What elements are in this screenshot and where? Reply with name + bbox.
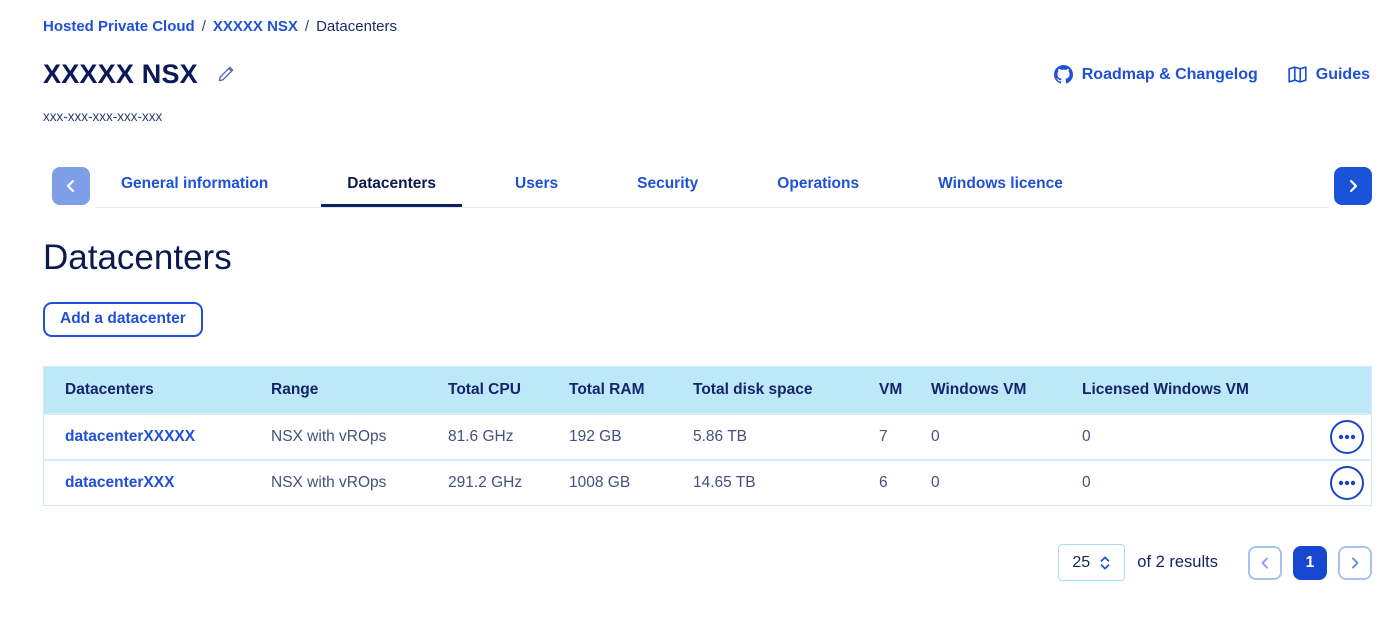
- tab-operations[interactable]: Operations: [751, 164, 885, 207]
- row-actions-menu-button[interactable]: [1330, 420, 1364, 454]
- edit-title-button[interactable]: [214, 61, 239, 89]
- results-count-label: of 2 results: [1137, 553, 1218, 572]
- pagination: 25 of 2 results 1: [43, 544, 1372, 581]
- cell-total-cpu: 81.6 GHz: [427, 428, 548, 446]
- cell-vm: 6: [858, 474, 910, 492]
- pager: 1: [1248, 546, 1372, 580]
- cell-total-disk: 5.86 TB: [672, 428, 858, 446]
- cell-total-ram: 1008 GB: [548, 474, 672, 492]
- roadmap-changelog-label: Roadmap & Changelog: [1082, 66, 1258, 84]
- cell-total-ram: 192 GB: [548, 428, 672, 446]
- chevron-left-icon: [65, 179, 77, 193]
- cell-range: NSX with vROps: [250, 428, 427, 446]
- tab-users[interactable]: Users: [489, 164, 584, 207]
- page-header: XXXXX NSX xxx-xxx-xxx-xxx-xxx: [43, 59, 1372, 124]
- roadmap-changelog-link[interactable]: Roadmap & Changelog: [1054, 65, 1258, 84]
- datacenter-link[interactable]: datacenterXXXXX: [44, 428, 250, 446]
- section-title: Datacenters: [43, 238, 1372, 278]
- datacenter-link[interactable]: datacenterXXX: [44, 474, 250, 492]
- cell-windows-vm: 0: [910, 428, 1061, 446]
- table-row: datacenterXXX NSX with vROps 291.2 GHz 1…: [44, 459, 1371, 505]
- column-header-vm: VM: [858, 381, 910, 399]
- guides-label: Guides: [1316, 66, 1370, 84]
- breadcrumb-link-service[interactable]: XXXXX NSX: [213, 18, 298, 35]
- quick-links: Roadmap & Changelog Guides: [1054, 65, 1370, 84]
- tabs-scroll-right-button[interactable]: [1334, 167, 1372, 205]
- book-icon: [1288, 65, 1307, 84]
- column-header-datacenters: Datacenters: [44, 381, 250, 399]
- chevron-left-icon: [1260, 557, 1270, 569]
- ellipsis-icon: [1338, 480, 1356, 486]
- tab-windows-licence[interactable]: Windows licence: [912, 164, 1089, 207]
- github-icon: [1054, 65, 1073, 84]
- cell-windows-vm: 0: [910, 474, 1061, 492]
- page-size-select[interactable]: 25: [1058, 544, 1125, 581]
- breadcrumb-separator: /: [202, 18, 206, 35]
- ellipsis-icon: [1338, 434, 1356, 440]
- breadcrumb: Hosted Private Cloud / XXXXX NSX / Datac…: [43, 18, 1372, 35]
- chevron-right-icon: [1347, 179, 1359, 193]
- page-title: XXXXX NSX: [43, 59, 198, 90]
- page-size-value: 25: [1072, 554, 1090, 572]
- guides-link[interactable]: Guides: [1288, 65, 1370, 84]
- cell-vm: 7: [858, 428, 910, 446]
- table-header-row: Datacenters Range Total CPU Total RAM To…: [44, 367, 1371, 413]
- table-row: datacenterXXXXX NSX with vROps 81.6 GHz …: [44, 413, 1371, 459]
- breadcrumb-separator: /: [305, 18, 309, 35]
- cell-licensed-windows-vm: 0: [1061, 428, 1282, 446]
- column-header-windows-vm: Windows VM: [910, 381, 1061, 399]
- cell-range: NSX with vROps: [250, 474, 427, 492]
- cell-total-cpu: 291.2 GHz: [427, 474, 548, 492]
- pencil-icon: [216, 63, 237, 87]
- chevron-up-down-icon: [1099, 556, 1111, 570]
- column-header-licensed-windows-vm: Licensed Windows VM: [1061, 381, 1282, 399]
- column-header-range: Range: [250, 381, 427, 399]
- tab-security[interactable]: Security: [611, 164, 724, 207]
- service-id: xxx-xxx-xxx-xxx-xxx: [43, 109, 239, 124]
- tabs: General information Datacenters Users Se…: [95, 164, 1328, 208]
- cell-licensed-windows-vm: 0: [1061, 474, 1282, 492]
- tab-datacenters[interactable]: Datacenters: [321, 164, 462, 207]
- cell-total-disk: 14.65 TB: [672, 474, 858, 492]
- previous-page-button[interactable]: [1248, 546, 1282, 580]
- datacenters-table: Datacenters Range Total CPU Total RAM To…: [43, 366, 1372, 506]
- tabs-scroll-left-button[interactable]: [52, 167, 90, 205]
- column-header-total-ram: Total RAM: [548, 381, 672, 399]
- tab-general-information[interactable]: General information: [95, 164, 294, 207]
- column-header-total-disk-space: Total disk space: [672, 381, 858, 399]
- column-header-total-cpu: Total CPU: [427, 381, 548, 399]
- breadcrumb-current: Datacenters: [316, 18, 397, 35]
- row-actions-menu-button[interactable]: [1330, 466, 1364, 500]
- breadcrumb-link-hosted-private-cloud[interactable]: Hosted Private Cloud: [43, 18, 195, 35]
- next-page-button[interactable]: [1338, 546, 1372, 580]
- add-datacenter-button[interactable]: Add a datacenter: [43, 302, 203, 337]
- tab-strip: General information Datacenters Users Se…: [43, 164, 1372, 208]
- title-block: XXXXX NSX xxx-xxx-xxx-xxx-xxx: [43, 59, 239, 124]
- datacenters-page: Hosted Private Cloud / XXXXX NSX / Datac…: [0, 0, 1400, 581]
- page-1-button[interactable]: 1: [1293, 546, 1327, 580]
- chevron-right-icon: [1350, 557, 1360, 569]
